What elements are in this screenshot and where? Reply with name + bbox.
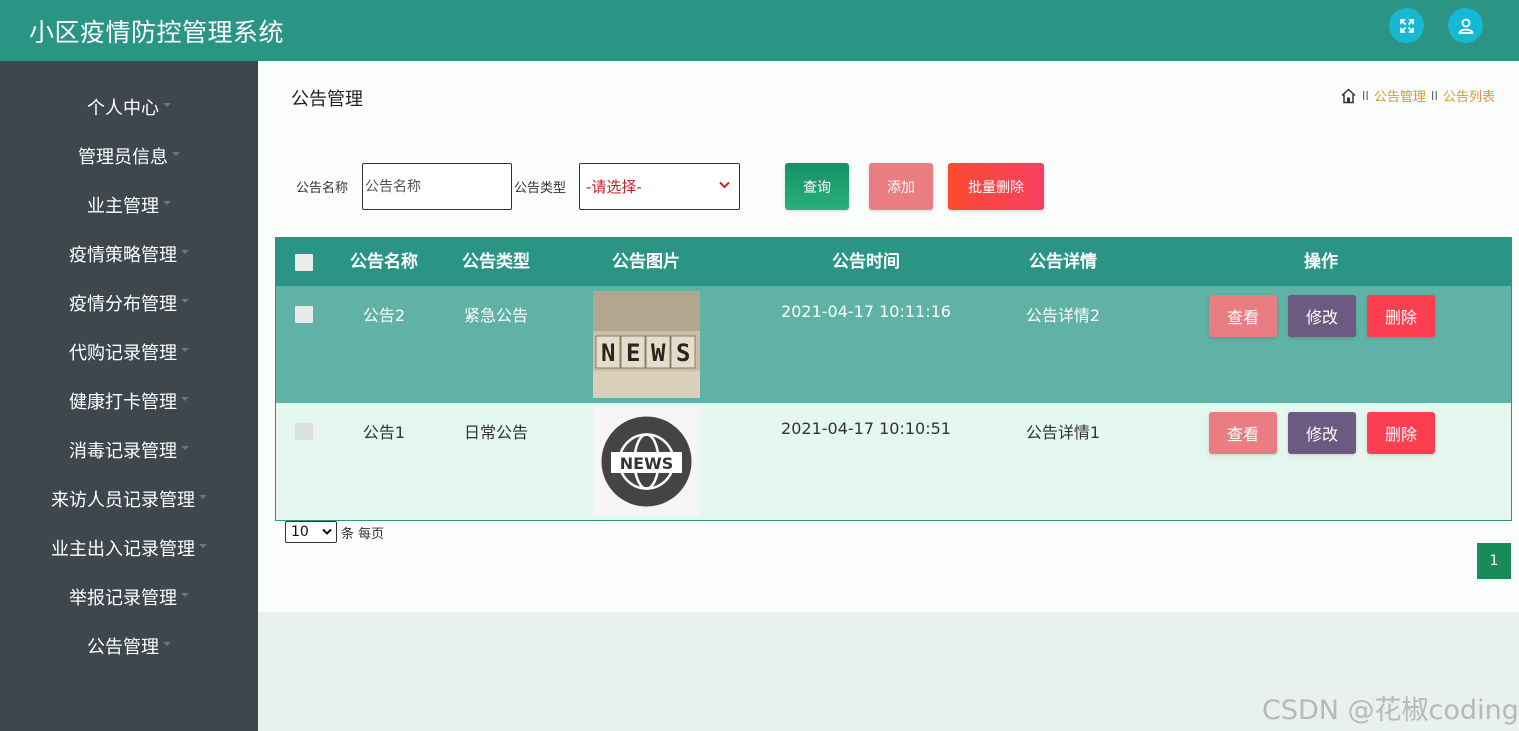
row-checkbox[interactable] xyxy=(295,423,313,440)
caret-down-icon xyxy=(181,593,189,597)
sidebar-item-owner-access[interactable]: 业主出入记录管理 xyxy=(0,528,258,568)
edit-button[interactable]: 修改 xyxy=(1288,412,1356,454)
name-filter-input[interactable] xyxy=(362,163,512,210)
view-button[interactable]: 查看 xyxy=(1209,295,1277,337)
type-filter-label: 公告类型 xyxy=(514,181,567,196)
sidebar-item-distribution[interactable]: 疫情分布管理 xyxy=(0,283,258,323)
svg-text:E: E xyxy=(626,339,640,367)
view-button[interactable]: 查看 xyxy=(1209,412,1277,454)
page-size-label: 条 每页 xyxy=(341,527,385,542)
name-filter-label: 公告名称 xyxy=(296,181,349,196)
breadcrumb-announcements[interactable]: 公告管理 xyxy=(1374,86,1426,105)
watermark: CSDN @花椒coding xyxy=(1262,695,1519,726)
col-type: 公告类型 xyxy=(462,252,530,272)
breadcrumb-announcement-list[interactable]: 公告列表 xyxy=(1443,86,1495,105)
type-filter-select[interactable]: -请选择- xyxy=(579,163,740,210)
caret-down-icon xyxy=(181,348,189,352)
page-number-button[interactable]: 1 xyxy=(1477,543,1511,579)
cell-time: 2021-04-17 10:10:51 xyxy=(781,419,951,438)
sidebar-item-profile[interactable]: 个人中心 xyxy=(0,87,258,127)
add-button[interactable]: 添加 xyxy=(869,163,933,210)
batch-delete-button[interactable]: 批量删除 xyxy=(948,163,1044,210)
col-detail: 公告详情 xyxy=(1029,252,1097,272)
sidebar-item-admins[interactable]: 管理员信息 xyxy=(0,136,258,176)
svg-text:N: N xyxy=(601,339,615,367)
cell-time: 2021-04-17 10:11:16 xyxy=(781,302,951,321)
expand-icon xyxy=(1399,18,1414,33)
table-row: 公告2 紧急公告 N E W S 2021-04-17 10:11:16 公告详… xyxy=(276,286,1511,403)
caret-down-icon xyxy=(199,544,207,548)
caret-down-icon xyxy=(163,642,171,646)
edit-button[interactable]: 修改 xyxy=(1288,295,1356,337)
sidebar-item-disinfection[interactable]: 消毒记录管理 xyxy=(0,430,258,470)
caret-down-icon xyxy=(172,152,180,156)
col-actions: 操作 xyxy=(1304,252,1338,272)
caret-down-icon xyxy=(199,495,207,499)
top-header: 小区疫情防控管理系统 xyxy=(0,0,1519,61)
table-row: 公告1 日常公告 NEWS 2021-04-17 10:10:51 公告详情1 … xyxy=(276,403,1511,520)
caret-down-icon xyxy=(181,446,189,450)
table-header: 公告名称 公告类型 公告图片 公告时间 公告详情 操作 xyxy=(276,238,1511,286)
chevron-down-icon xyxy=(322,528,332,535)
svg-text:NEWS: NEWS xyxy=(620,454,674,473)
cell-type: 日常公告 xyxy=(463,423,528,442)
delete-button[interactable]: 删除 xyxy=(1367,412,1435,454)
caret-down-icon xyxy=(163,201,171,205)
sidebar: 个人中心 管理员信息 业主管理 疫情策略管理 疫情分布管理 代购记录管理 健康打… xyxy=(0,61,258,731)
user-icon xyxy=(1457,18,1474,34)
breadcrumb: II 公告管理 II 公告列表 xyxy=(1340,86,1495,105)
cell-type: 紧急公告 xyxy=(463,306,528,325)
query-button[interactable]: 查询 xyxy=(785,163,849,210)
user-menu-button[interactable] xyxy=(1448,8,1483,43)
svg-text:S: S xyxy=(676,339,690,367)
sidebar-item-owners[interactable]: 业主管理 xyxy=(0,185,258,225)
cell-detail: 公告详情1 xyxy=(1025,423,1101,442)
sidebar-item-health-checkin[interactable]: 健康打卡管理 xyxy=(0,381,258,421)
cell-detail: 公告详情2 xyxy=(1025,306,1101,325)
sidebar-item-strategy[interactable]: 疫情策略管理 xyxy=(0,234,258,274)
select-all-checkbox[interactable] xyxy=(295,254,313,271)
announcement-image[interactable]: N E W S xyxy=(593,291,700,398)
announcement-table: 公告名称 公告类型 公告图片 公告时间 公告详情 操作 公告2 紧急公告 N E… xyxy=(275,237,1512,521)
cell-name: 公告1 xyxy=(362,423,406,442)
announcement-image[interactable]: NEWS xyxy=(593,408,700,515)
caret-down-icon xyxy=(181,397,189,401)
app-title: 小区疫情防控管理系统 xyxy=(29,17,285,47)
delete-button[interactable]: 删除 xyxy=(1367,295,1435,337)
cell-name: 公告2 xyxy=(362,306,406,325)
page-title: 公告管理 xyxy=(291,89,363,110)
chevron-down-icon xyxy=(719,181,730,189)
col-time: 公告时间 xyxy=(832,252,900,272)
caret-down-icon xyxy=(181,250,189,254)
fullscreen-button[interactable] xyxy=(1389,8,1424,43)
page-size-select[interactable]: 10 xyxy=(285,521,337,543)
row-checkbox[interactable] xyxy=(295,306,313,323)
home-icon[interactable] xyxy=(1340,87,1357,104)
svg-text:W: W xyxy=(651,339,666,367)
sidebar-item-announcements[interactable]: 公告管理 xyxy=(0,626,258,666)
sidebar-item-visitors[interactable]: 来访人员记录管理 xyxy=(0,479,258,519)
col-name: 公告名称 xyxy=(350,252,418,272)
sidebar-item-purchase[interactable]: 代购记录管理 xyxy=(0,332,258,372)
col-image: 公告图片 xyxy=(612,252,680,272)
caret-down-icon xyxy=(163,103,171,107)
sidebar-item-reports[interactable]: 举报记录管理 xyxy=(0,577,258,617)
caret-down-icon xyxy=(181,299,189,303)
